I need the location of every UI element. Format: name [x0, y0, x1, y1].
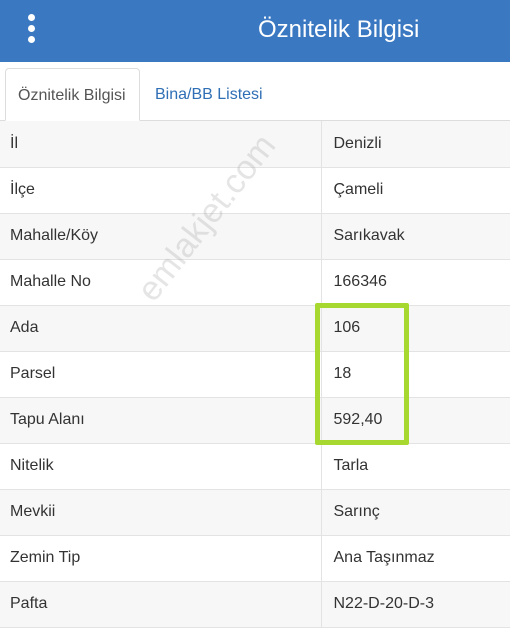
tab-bina-bb-listesi[interactable]: Bina/BB Listesi [143, 68, 275, 121]
attribute-label: İlçe [0, 167, 321, 214]
table-row: Nitelik Tarla [0, 443, 510, 490]
attribute-label: İl [0, 121, 321, 168]
attribute-value: Tarla [320, 443, 510, 490]
table-row: İlçe Çameli [0, 167, 510, 214]
attribute-label: Ada [0, 305, 321, 352]
attribute-value: Sarıkavak [320, 213, 510, 260]
table-row: Ada 106 [0, 305, 510, 352]
app-header: Öznitelik Bilgisi [0, 0, 510, 62]
tab-oznitelik-bilgisi[interactable]: Öznitelik Bilgisi [5, 68, 140, 121]
attribute-value: Ana Taşınmaz [320, 535, 510, 582]
tab-bar: Öznitelik Bilgisi Bina/BB Listesi [0, 62, 510, 121]
attribute-label: Zemin Tip [0, 535, 321, 582]
attribute-value: Denizli [320, 121, 510, 168]
attribute-label: Mahalle/Köy [0, 213, 321, 260]
attribute-label: Nitelik [0, 443, 321, 490]
table-row: Pafta N22-D-20-D-3 [0, 581, 510, 628]
table-row: Mevkii Sarınç [0, 489, 510, 536]
table-row: Parsel 18 [0, 351, 510, 398]
attribute-value: 18 [320, 351, 510, 398]
table-row: Mahalle/Köy Sarıkavak [0, 213, 510, 260]
attribute-table: İl Denizli İlçe Çameli Mahalle/Köy Sarık… [0, 121, 510, 628]
attribute-label: Parsel [0, 351, 321, 398]
attribute-label: Pafta [0, 581, 321, 628]
table-row: İl Denizli [0, 121, 510, 168]
attribute-value: Çameli [320, 167, 510, 214]
table-row: Tapu Alanı 592,40 [0, 397, 510, 444]
attribute-value: N22-D-20-D-3 [320, 581, 510, 628]
page-title: Öznitelik Bilgisi [258, 16, 420, 43]
attribute-value: 592,40 [320, 397, 510, 444]
attribute-value: 166346 [320, 259, 510, 306]
attribute-label: Tapu Alanı [0, 397, 321, 444]
attribute-value: Sarınç [320, 489, 510, 536]
more-vertical-icon[interactable] [22, 14, 42, 44]
table-row: Mahalle No 166346 [0, 259, 510, 306]
attribute-value: 106 [320, 305, 510, 352]
table-row: Zemin Tip Ana Taşınmaz [0, 535, 510, 582]
attribute-label: Mevkii [0, 489, 321, 536]
attribute-label: Mahalle No [0, 259, 321, 306]
